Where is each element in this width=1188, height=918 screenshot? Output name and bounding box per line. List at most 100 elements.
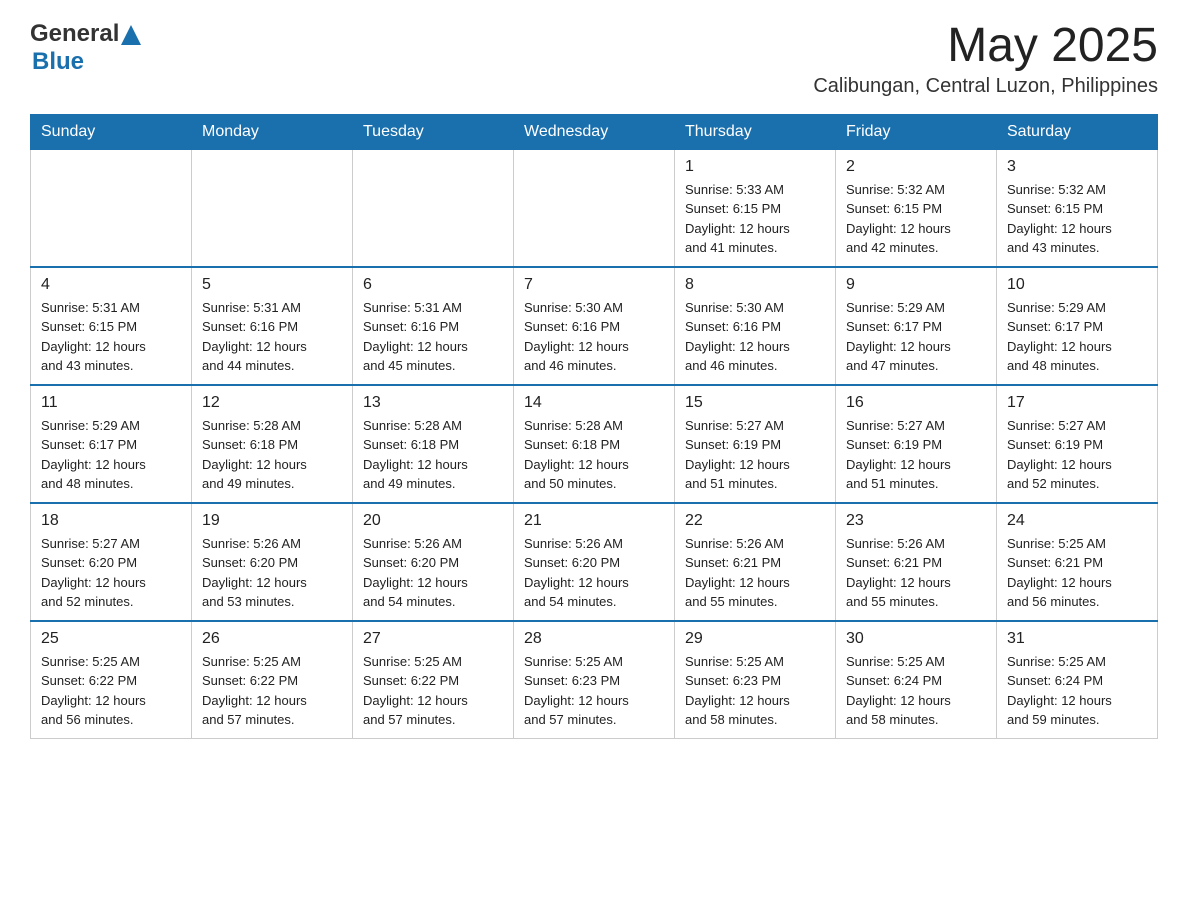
calendar-cell: 18 Sunrise: 5:27 AMSunset: 6:20 PMDayligh… (31, 503, 192, 621)
day-number: 28 (524, 630, 664, 648)
day-number: 13 (363, 394, 503, 412)
calendar-cell: 25Sunrise: 5:25 AMSunset: 6:22 PMDayligh… (31, 621, 192, 739)
day-info: Sunrise: 5:30 AMSunset: 6:16 PMDaylight:… (685, 298, 825, 376)
day-number: 14 (524, 394, 664, 412)
day-info: Sunrise: 5:27 AMSunset: 6:19 PMDaylight:… (1007, 416, 1147, 494)
header-tuesday: Tuesday (353, 114, 514, 149)
calendar-cell: 20 Sunrise: 5:26 AMSunset: 6:20 PMDayligh… (353, 503, 514, 621)
day-info: Sunrise: 5:32 AMSunset: 6:15 PMDaylight:… (846, 180, 986, 258)
day-info: Sunrise: 5:27 AMSunset: 6:20 PMDaylight:… (41, 534, 181, 612)
day-info: Sunrise: 5:31 AMSunset: 6:15 PMDaylight:… (41, 298, 181, 376)
header-right: May 2025 Calibungan, Central Luzon, Phil… (813, 20, 1158, 98)
calendar-cell (31, 149, 192, 267)
calendar-cell: 29Sunrise: 5:25 AMSunset: 6:23 PMDayligh… (675, 621, 836, 739)
calendar-cell: 1Sunrise: 5:33 AMSunset: 6:15 PMDaylight… (675, 149, 836, 267)
calendar-header-row: SundayMondayTuesdayWednesdayThursdayFrid… (31, 114, 1158, 149)
header-friday: Friday (836, 114, 997, 149)
logo: General Blue (30, 20, 141, 76)
day-info: Sunrise: 5:25 AMSunset: 6:24 PMDaylight:… (1007, 652, 1147, 730)
day-info: Sunrise: 5:28 AMSunset: 6:18 PMDaylight:… (363, 416, 503, 494)
calendar-cell: 26Sunrise: 5:25 AMSunset: 6:22 PMDayligh… (192, 621, 353, 739)
day-info: Sunrise: 5:26 AMSunset: 6:21 PMDaylight:… (685, 534, 825, 612)
calendar-week-row: 4Sunrise: 5:31 AMSunset: 6:15 PMDaylight… (31, 267, 1158, 385)
day-info: Sunrise: 5:25 AMSunset: 6:21 PMDaylight:… (1007, 534, 1147, 612)
calendar-cell: 3Sunrise: 5:32 AMSunset: 6:15 PMDaylight… (997, 149, 1158, 267)
logo-arrow-icon (121, 25, 141, 45)
day-number: 17 (1007, 394, 1147, 412)
calendar-cell: 17 Sunrise: 5:27 AMSunset: 6:19 PMDayligh… (997, 385, 1158, 503)
day-info: Sunrise: 5:31 AMSunset: 6:16 PMDaylight:… (202, 298, 342, 376)
day-info: Sunrise: 5:25 AMSunset: 6:24 PMDaylight:… (846, 652, 986, 730)
logo-blue-text-2: Blue (32, 48, 84, 76)
header-saturday: Saturday (997, 114, 1158, 149)
calendar-cell: 21 Sunrise: 5:26 AMSunset: 6:20 PMDayligh… (514, 503, 675, 621)
day-info: Sunrise: 5:26 AMSunset: 6:20 PMDaylight:… (524, 534, 664, 612)
calendar-cell (353, 149, 514, 267)
calendar-cell: 19 Sunrise: 5:26 AMSunset: 6:20 PMDayligh… (192, 503, 353, 621)
calendar-cell: 28 Sunrise: 5:25 AMSunset: 6:23 PMDayligh… (514, 621, 675, 739)
calendar-cell: 24 Sunrise: 5:25 AMSunset: 6:21 PMDayligh… (997, 503, 1158, 621)
day-info: Sunrise: 5:25 AMSunset: 6:22 PMDaylight:… (202, 652, 342, 730)
calendar-cell: 7 Sunrise: 5:30 AMSunset: 6:16 PMDaylight… (514, 267, 675, 385)
calendar-cell: 6Sunrise: 5:31 AMSunset: 6:16 PMDaylight… (353, 267, 514, 385)
calendar-table: SundayMondayTuesdayWednesdayThursdayFrid… (30, 114, 1158, 739)
day-number: 3 (1007, 158, 1147, 176)
logo-blue-line: Blue (30, 48, 141, 76)
day-number: 31 (1007, 630, 1147, 648)
calendar-cell: 31 Sunrise: 5:25 AMSunset: 6:24 PMDayligh… (997, 621, 1158, 739)
header-monday: Monday (192, 114, 353, 149)
calendar-cell: 11 Sunrise: 5:29 AMSunset: 6:17 PMDayligh… (31, 385, 192, 503)
day-number: 9 (846, 276, 986, 294)
calendar-cell: 30 Sunrise: 5:25 AMSunset: 6:24 PMDayligh… (836, 621, 997, 739)
day-info: Sunrise: 5:29 AMSunset: 6:17 PMDaylight:… (846, 298, 986, 376)
calendar-cell: 5 Sunrise: 5:31 AMSunset: 6:16 PMDaylight… (192, 267, 353, 385)
day-number: 10 (1007, 276, 1147, 294)
day-number: 6 (363, 276, 503, 294)
day-info: Sunrise: 5:25 AMSunset: 6:23 PMDaylight:… (685, 652, 825, 730)
day-info: Sunrise: 5:28 AMSunset: 6:18 PMDaylight:… (202, 416, 342, 494)
calendar-week-row: 18 Sunrise: 5:27 AMSunset: 6:20 PMDayligh… (31, 503, 1158, 621)
day-number: 5 (202, 276, 342, 294)
day-info: Sunrise: 5:25 AMSunset: 6:22 PMDaylight:… (41, 652, 181, 730)
calendar-cell (192, 149, 353, 267)
day-info: Sunrise: 5:30 AMSunset: 6:16 PMDaylight:… (524, 298, 664, 376)
day-info: Sunrise: 5:29 AMSunset: 6:17 PMDaylight:… (41, 416, 181, 494)
day-number: 7 (524, 276, 664, 294)
calendar-cell: 13 Sunrise: 5:28 AMSunset: 6:18 PMDayligh… (353, 385, 514, 503)
day-number: 23 (846, 512, 986, 530)
day-info: Sunrise: 5:26 AMSunset: 6:20 PMDaylight:… (202, 534, 342, 612)
day-info: Sunrise: 5:25 AMSunset: 6:22 PMDaylight:… (363, 652, 503, 730)
calendar-cell (514, 149, 675, 267)
calendar-cell: 15Sunrise: 5:27 AMSunset: 6:19 PMDayligh… (675, 385, 836, 503)
calendar-cell: 22Sunrise: 5:26 AMSunset: 6:21 PMDayligh… (675, 503, 836, 621)
calendar-week-row: 11 Sunrise: 5:29 AMSunset: 6:17 PMDayligh… (31, 385, 1158, 503)
day-number: 15 (685, 394, 825, 412)
day-number: 19 (202, 512, 342, 530)
day-info: Sunrise: 5:27 AMSunset: 6:19 PMDaylight:… (846, 416, 986, 494)
day-number: 21 (524, 512, 664, 530)
calendar-cell: 23 Sunrise: 5:26 AMSunset: 6:21 PMDayligh… (836, 503, 997, 621)
calendar-cell: 2Sunrise: 5:32 AMSunset: 6:15 PMDaylight… (836, 149, 997, 267)
day-number: 11 (41, 394, 181, 412)
day-number: 1 (685, 158, 825, 176)
day-info: Sunrise: 5:29 AMSunset: 6:17 PMDaylight:… (1007, 298, 1147, 376)
calendar-week-row: 1Sunrise: 5:33 AMSunset: 6:15 PMDaylight… (31, 149, 1158, 267)
day-info: Sunrise: 5:26 AMSunset: 6:21 PMDaylight:… (846, 534, 986, 612)
day-number: 18 (41, 512, 181, 530)
day-number: 12 (202, 394, 342, 412)
month-title: May 2025 (813, 20, 1158, 73)
calendar-cell: 8 Sunrise: 5:30 AMSunset: 6:16 PMDaylight… (675, 267, 836, 385)
day-number: 24 (1007, 512, 1147, 530)
calendar-cell: 4Sunrise: 5:31 AMSunset: 6:15 PMDaylight… (31, 267, 192, 385)
day-number: 20 (363, 512, 503, 530)
day-info: Sunrise: 5:25 AMSunset: 6:23 PMDaylight:… (524, 652, 664, 730)
calendar-cell: 27Sunrise: 5:25 AMSunset: 6:22 PMDayligh… (353, 621, 514, 739)
logo-general-line: General (30, 20, 141, 48)
location-text: Calibungan, Central Luzon, Philippines (813, 75, 1158, 98)
day-info: Sunrise: 5:26 AMSunset: 6:20 PMDaylight:… (363, 534, 503, 612)
header-sunday: Sunday (31, 114, 192, 149)
day-number: 8 (685, 276, 825, 294)
day-number: 30 (846, 630, 986, 648)
page-header: General Blue May 2025 Calibungan, Centra… (30, 20, 1158, 98)
day-info: Sunrise: 5:28 AMSunset: 6:18 PMDaylight:… (524, 416, 664, 494)
